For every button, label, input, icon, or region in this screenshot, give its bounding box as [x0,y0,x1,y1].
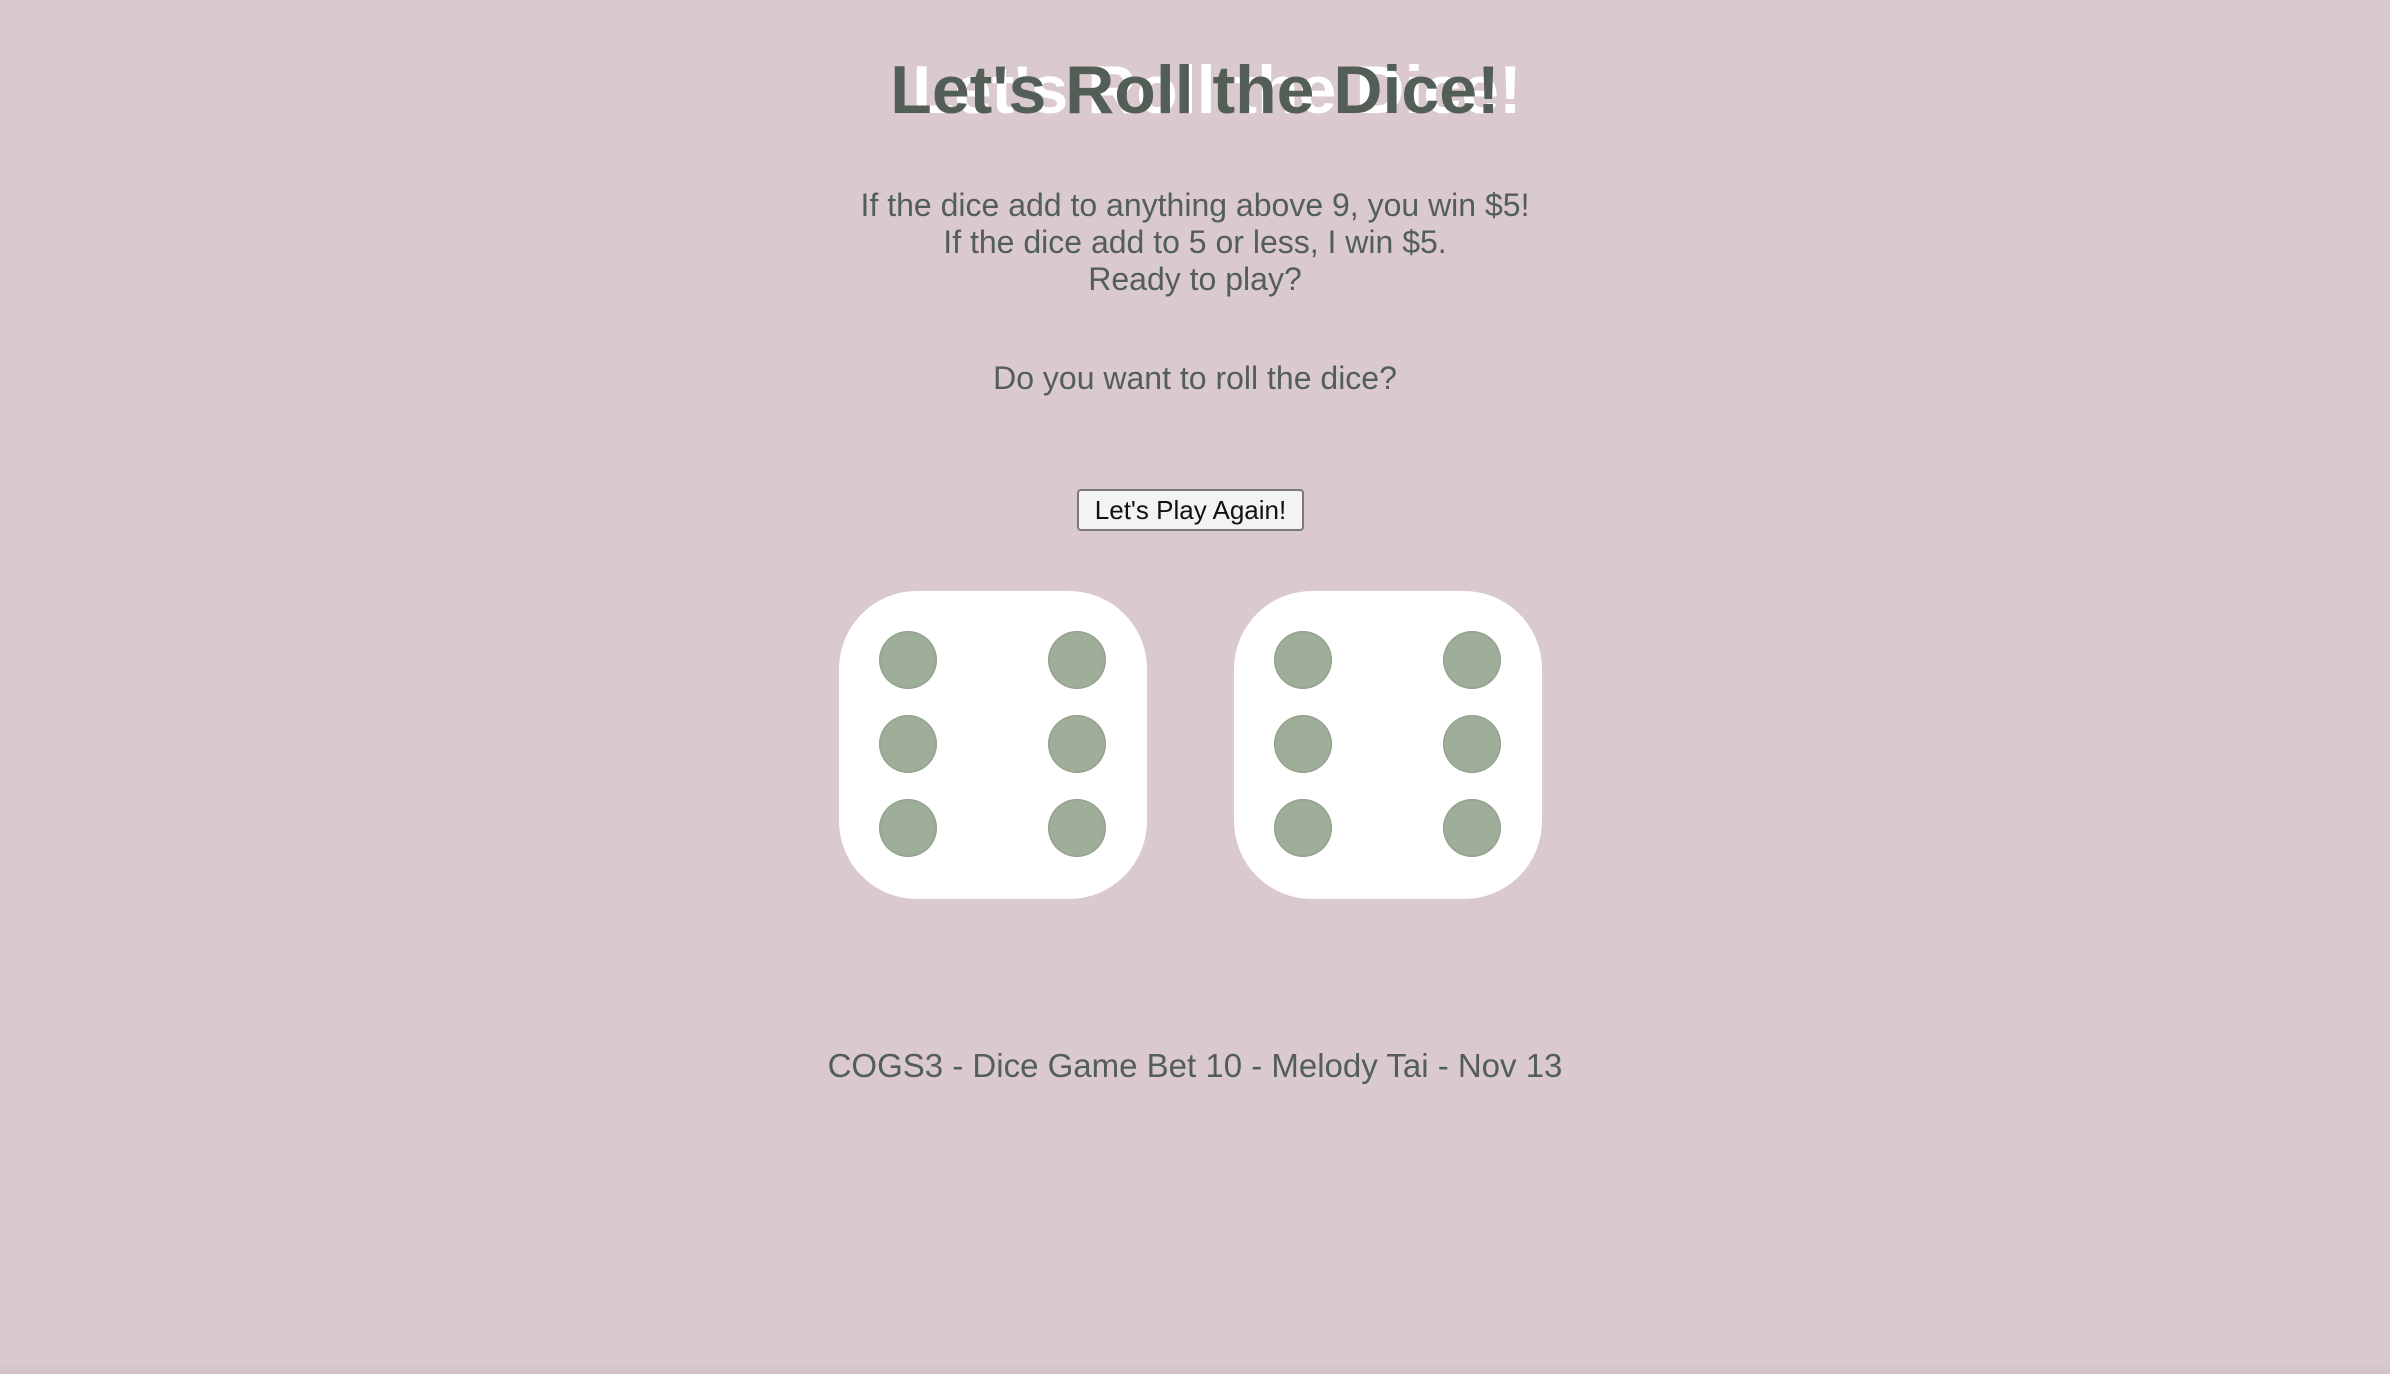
die-pip [1048,799,1106,857]
page-title: Let's Roll the Dice! [890,52,1500,128]
rule-win: If the dice add to anything above 9, you… [860,187,1530,223]
die-pip [879,799,937,857]
die-pip [1274,799,1332,857]
dice-game-page: Let's Roll the Dice! If the dice add to … [0,0,2390,1374]
die-pip [1048,715,1106,773]
page-footer: COGS3 - Dice Game Bet 10 - Melody Tai - … [827,1047,1563,1084]
die-pip [879,715,937,773]
die-pip [1048,631,1106,689]
rule-lose: If the dice add to 5 or less, I win $5. [943,224,1447,260]
die-right [1234,591,1542,899]
die-pip [1443,631,1501,689]
play-again-button[interactable]: Let's Play Again! [1077,489,1304,531]
rule-ready: Ready to play? [1088,261,1302,297]
game-rules: If the dice add to anything above 9, you… [0,187,2390,298]
die-pip [1443,715,1501,773]
die-pip [879,631,937,689]
die-pip [1274,715,1332,773]
bottom-edge [0,1364,2390,1374]
die-pip [1274,631,1332,689]
die-left [839,591,1147,899]
roll-question: Do you want to roll the dice? [993,360,1397,396]
die-pip [1443,799,1501,857]
